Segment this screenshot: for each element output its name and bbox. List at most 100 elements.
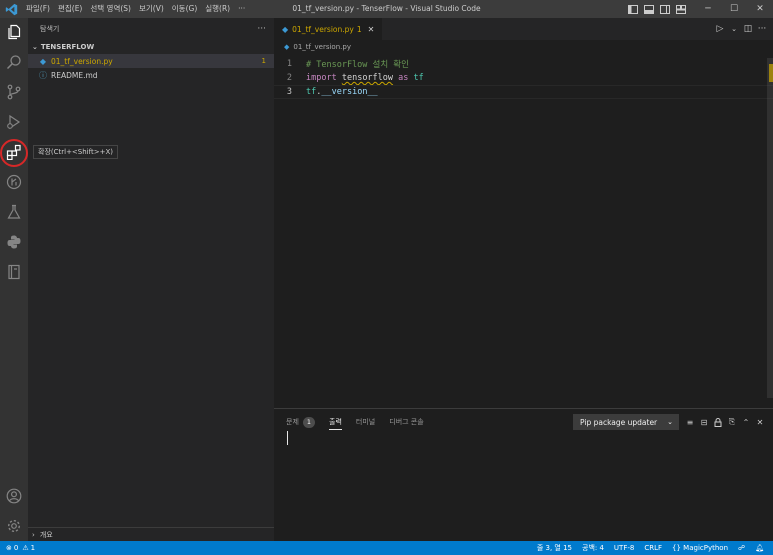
code-module: tensorflow (341, 73, 394, 83)
python-icon[interactable] (0, 228, 28, 256)
activity-bar (0, 18, 28, 541)
language-mode[interactable]: {} MagicPython (672, 544, 728, 552)
extensions-highlight-ring (0, 139, 28, 167)
open-editor-icon[interactable]: ⎘ (725, 414, 739, 430)
menu-selection[interactable]: 선택 영역(S) (86, 0, 135, 18)
close-icon[interactable]: ✕ (753, 414, 767, 430)
code-line-current: 3 tf. __version__ (274, 85, 773, 99)
notebook-icon[interactable] (0, 258, 28, 286)
tab-terminal[interactable]: 터미널 (356, 409, 375, 435)
code-keyword: as (398, 73, 409, 83)
sidebar-title: 탐색기 (40, 25, 60, 33)
code-line: 1 # TensorFlow 설치 확인 (274, 57, 773, 71)
python-file-icon: ◆ (39, 56, 47, 66)
problems-count-badge: 1 (302, 416, 316, 428)
run-debug-icon[interactable] (0, 108, 28, 136)
tab-problems[interactable]: 문제 1 (286, 409, 316, 435)
source-control-icon[interactable] (0, 78, 28, 106)
menu-edit[interactable]: 편집(E) (54, 0, 86, 18)
breadcrumb[interactable]: ◆ 01_tf_version.py (274, 40, 773, 54)
error-icon: ⊗ (6, 544, 12, 552)
toggle-sidebar-icon[interactable] (625, 0, 641, 18)
problems-status[interactable]: ⊗ 0 ⚠ 1 (0, 544, 35, 552)
tab-label: 디버그 콘솔 (389, 418, 424, 426)
tab-label: 문제 (286, 418, 299, 426)
tab-problem-badge: 1 (356, 24, 362, 34)
minimize-button[interactable]: ─ (695, 0, 721, 18)
search-icon[interactable] (0, 48, 28, 76)
warning-icon: ⚠ (22, 544, 29, 552)
close-window-button[interactable]: ✕ (747, 0, 773, 18)
menu-view[interactable]: 보기(V) (135, 0, 168, 18)
status-bar: ⊗ 0 ⚠ 1 줄 3, 열 15 공백: 4 UTF-8 CRLF {} Ma… (0, 541, 773, 555)
maximize-button[interactable]: ☐ (721, 0, 747, 18)
breadcrumb-file: 01_tf_version.py (293, 43, 351, 51)
menu-more[interactable]: ··· (234, 0, 249, 18)
code-comment: # TensorFlow 설치 확인 (306, 60, 409, 70)
customize-layout-icon[interactable] (673, 0, 689, 18)
chevron-down-icon: ⌄ (667, 418, 673, 426)
tab-debug-console[interactable]: 디버그 콘솔 (389, 409, 423, 435)
testing-icon[interactable] (0, 198, 28, 226)
warning-count: 1 (30, 544, 36, 552)
tab-01-tf-version[interactable]: ◆ 01_tf_version.py 1 ✕ (274, 18, 383, 40)
settings-gear-icon[interactable] (0, 512, 28, 540)
bottom-panel: 문제 1 출력 터미널 디버그 콘솔 Pip package updater ⌄… (274, 408, 773, 541)
remote-icon[interactable] (0, 168, 28, 196)
encoding[interactable]: UTF-8 (614, 544, 634, 552)
more-actions-icon[interactable]: ··· (755, 24, 769, 34)
line-number: 2 (286, 73, 292, 83)
output-cursor (287, 431, 288, 445)
info-icon: ⓘ (39, 70, 47, 80)
python-file-icon: ◆ (284, 43, 290, 51)
title-bar: 파일(F) 편집(E) 선택 영역(S) 보기(V) 이동(G) 실행(R) ·… (0, 0, 773, 18)
close-icon[interactable]: ✕ (368, 25, 375, 34)
file-item-01-tf-version[interactable]: ◆ 01_tf_version.py 1 (28, 54, 274, 68)
chevron-up-icon[interactable]: ⌃ (739, 414, 753, 430)
file-label: README.md (51, 70, 98, 80)
code-editor[interactable]: 1 # TensorFlow 설치 확인 2 import tensorflow… (274, 57, 773, 99)
end-of-line[interactable]: CRLF (644, 544, 662, 552)
vscode-logo-icon (4, 2, 18, 16)
folder-label: TENSERFLOW (40, 43, 95, 51)
output-channel-select[interactable]: Pip package updater ⌄ (573, 414, 679, 430)
indentation[interactable]: 공백: 4 (582, 543, 604, 553)
code-keyword: import (306, 73, 337, 83)
editor-tabs: ◆ 01_tf_version.py 1 ✕ ▷ ⌄ ◫ ··· (274, 18, 773, 40)
cursor-position[interactable]: 줄 3, 열 15 (537, 543, 572, 553)
file-item-readme[interactable]: ⓘ README.md (28, 68, 274, 82)
tab-label: 터미널 (355, 418, 376, 426)
toggle-secondary-sidebar-icon[interactable] (657, 0, 673, 18)
vertical-scrollbar[interactable] (767, 58, 773, 398)
sidebar-more-button[interactable]: ··· (257, 24, 266, 34)
line-number: 3 (286, 87, 292, 97)
code-attribute: __version__ (321, 87, 378, 97)
chevron-down-icon[interactable]: ⌄ (727, 25, 741, 33)
menu-go[interactable]: 이동(G) (168, 0, 201, 18)
python-file-icon: ◆ (282, 24, 289, 34)
braces-icon: {} (672, 544, 681, 552)
menu-file[interactable]: 파일(F) (22, 0, 54, 18)
clear-output-icon[interactable]: ⊟ (697, 414, 711, 430)
sidebar-header: 탐색기 ··· (28, 18, 274, 40)
account-icon[interactable] (0, 482, 28, 510)
tab-label: 01_tf_version.py (292, 24, 354, 34)
tab-output[interactable]: 출력 (329, 409, 342, 435)
tab-label: 출력 (329, 418, 342, 426)
notifications-bell-icon[interactable]: 🔔︎ (755, 544, 764, 552)
outline-section[interactable]: › 개요 (28, 527, 274, 541)
toggle-panel-icon[interactable] (641, 0, 657, 18)
run-file-icon[interactable]: ▷ (713, 24, 727, 34)
code-object: tf (306, 87, 317, 97)
lock-icon[interactable] (711, 414, 725, 430)
filter-list-icon[interactable]: ≡ (683, 414, 697, 430)
folder-tenserflow[interactable]: ⌄ TENSERFLOW (28, 40, 274, 54)
extensions-tooltip: 확장(Ctrl+<Shift>+X) (33, 145, 118, 159)
code-alias: tf (413, 73, 424, 83)
menu-run[interactable]: 실행(R) (201, 0, 234, 18)
explorer-icon[interactable] (0, 18, 28, 46)
split-editor-icon[interactable]: ◫ (741, 24, 755, 34)
feedback-icon[interactable]: ☍ (738, 544, 745, 552)
chevron-down-icon: ⌄ (32, 43, 38, 51)
problem-count-badge: 1 (261, 57, 266, 65)
